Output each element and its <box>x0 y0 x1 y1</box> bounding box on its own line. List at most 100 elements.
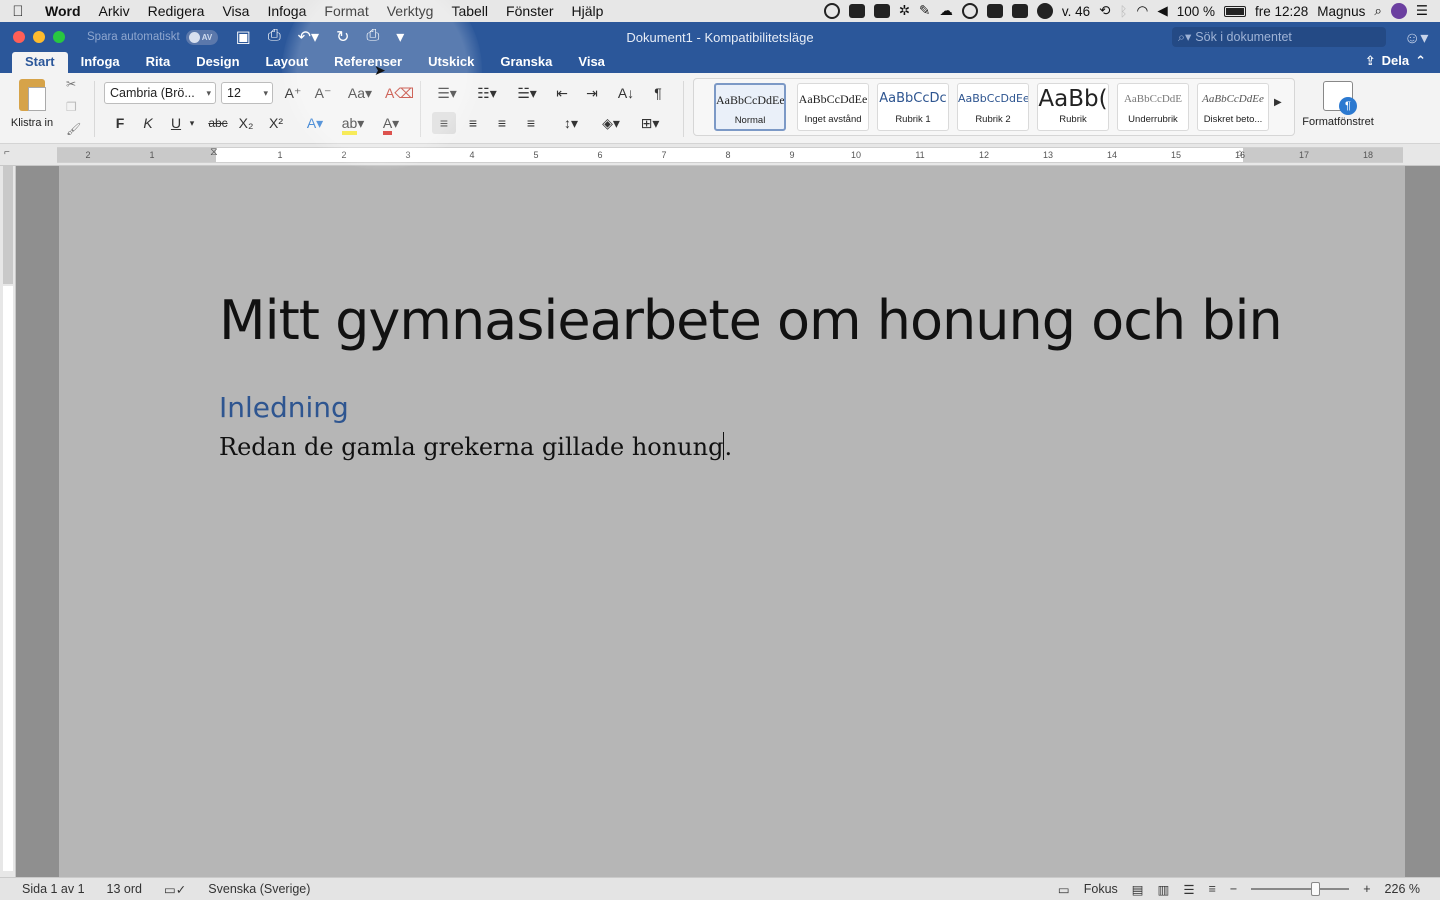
maximize-window-button[interactable] <box>53 31 65 43</box>
zoom-level[interactable]: 226 % <box>1385 882 1420 896</box>
window-tool-icon[interactable] <box>873 4 890 18</box>
italic-button[interactable]: K <box>136 112 160 134</box>
tab-stop-selector-icon[interactable]: ⌐ <box>4 147 10 158</box>
at-icon[interactable] <box>961 3 978 19</box>
customize-toolbar-icon[interactable]: ▾ <box>396 27 404 47</box>
underline-dropdown-icon[interactable]: ▾ <box>186 112 198 134</box>
focus-mode-button[interactable]: Fokus <box>1084 882 1118 896</box>
magic-wand-icon[interactable]: ✎ <box>919 3 930 19</box>
style-no-spacing[interactable]: AaBbCcDdEe Inget avstånd <box>797 83 869 131</box>
tab-granska[interactable]: Granska <box>487 52 565 73</box>
body-paragraph[interactable]: Redan de gamla grekerna gillade honung. <box>219 432 732 461</box>
copy-icon[interactable]: ❐ <box>66 100 77 114</box>
line-spacing-icon[interactable]: ↕▾ <box>554 112 588 134</box>
document-title-text[interactable]: Mitt gymnasiearbete om honung och bin <box>219 289 1283 352</box>
text-effects-icon[interactable]: A▾ <box>300 112 330 134</box>
highlight-color-icon[interactable]: ab▾ <box>336 112 370 135</box>
multilevel-list-icon[interactable]: ☱▾ <box>510 82 544 104</box>
web-layout-icon[interactable]: ▥ <box>1158 882 1170 897</box>
document-body-text[interactable]: Redan de gamla grekerna gillade honung. <box>219 432 732 461</box>
style-subtle-emphasis[interactable]: AaBbCcDdEe Diskret beto... <box>1197 83 1269 131</box>
format-painter-icon[interactable]: 🖌 <box>66 122 81 136</box>
menu-visa[interactable]: Visa <box>213 3 258 19</box>
style-title[interactable]: AaBb( Rubrik <box>1037 83 1109 131</box>
align-left-icon[interactable]: ≡ <box>432 112 456 134</box>
tab-rita[interactable]: Rita <box>133 52 184 73</box>
styles-pane-button[interactable]: Formatfönstret <box>1298 81 1378 128</box>
menu-arkiv[interactable]: Arkiv <box>90 3 139 19</box>
grow-font-icon[interactable]: A⁺ <box>281 82 305 104</box>
week-number[interactable]: v. 46 <box>1062 4 1090 19</box>
search-document-field[interactable]: ⌕▾ Sök i dokumentet <box>1172 27 1386 47</box>
menu-redigera[interactable]: Redigera <box>139 3 214 19</box>
zoom-in-icon[interactable]: + <box>1363 882 1370 896</box>
menu-hjalp[interactable]: Hjälp <box>563 3 613 19</box>
split-view-icon[interactable] <box>1011 4 1028 18</box>
status-app-icon[interactable] <box>823 3 840 19</box>
align-center-icon[interactable]: ≡ <box>461 112 485 134</box>
superscript-icon[interactable]: X² <box>264 112 288 134</box>
show-formatting-icon[interactable]: ¶ <box>646 82 670 104</box>
tab-referenser[interactable]: Referenser <box>321 52 415 73</box>
style-heading-2[interactable]: AaBbCcDdEe Rubrik 2 <box>957 83 1029 131</box>
strikethrough-button[interactable]: abc <box>204 112 232 134</box>
style-heading-1[interactable]: AaBbCcDc Rubrik 1 <box>877 83 949 131</box>
change-case-icon[interactable]: Aa▾ <box>344 82 376 104</box>
style-normal[interactable]: AaBbCcDdEe Normal <box>714 83 786 131</box>
menu-fonster[interactable]: Fönster <box>497 3 562 19</box>
word-count[interactable]: 13 ord <box>85 882 142 896</box>
user-name[interactable]: Magnus <box>1317 4 1365 19</box>
save-icon[interactable]: ⎙ <box>268 27 281 47</box>
music-icon[interactable] <box>1036 3 1053 19</box>
time-machine-icon[interactable]: ⟲ <box>1099 3 1110 19</box>
tab-start[interactable]: Start <box>12 52 68 73</box>
menu-format[interactable]: Format <box>315 3 377 19</box>
autosave-toggle[interactable]: AV <box>185 29 218 45</box>
focus-icon[interactable]: ▭ <box>1058 882 1070 897</box>
cut-icon[interactable]: ✂ <box>66 77 76 91</box>
battery-percent[interactable]: 100 % <box>1177 4 1215 19</box>
cloud-icon[interactable]: ☁ <box>939 3 953 19</box>
decrease-indent-icon[interactable]: ⇤ <box>550 82 574 104</box>
horizontal-ruler[interactable]: ⌐ 2 1 1 2 3 4 5 6 7 8 9 10 11 12 13 14 1… <box>0 144 1440 166</box>
shrink-font-icon[interactable]: A⁻ <box>311 82 335 104</box>
menu-tabell[interactable]: Tabell <box>442 3 497 19</box>
paste-button[interactable]: Klistra in <box>6 79 58 129</box>
vertical-ruler[interactable] <box>0 166 16 877</box>
sort-icon[interactable]: A↓ <box>614 82 638 104</box>
sidebar-icon[interactable]: ▣ <box>236 27 251 47</box>
proofing-icon[interactable]: ▭✓ <box>142 882 186 897</box>
draft-view-icon[interactable]: ≡ <box>1209 882 1216 896</box>
share-button[interactable]: ⇪ Dela ⌃ <box>1365 53 1426 69</box>
collapse-ribbon-icon[interactable]: ⌃ <box>1415 53 1426 69</box>
indent-marker-icon[interactable]: ⧖ <box>210 146 218 159</box>
font-name-select[interactable]: Cambria (Brö... <box>104 82 216 104</box>
spotlight-search-icon[interactable]: ⌕ <box>1374 3 1382 19</box>
apple-menu-icon[interactable]:  <box>0 3 36 20</box>
bullets-icon[interactable]: ☰▾ <box>430 82 464 104</box>
increase-indent-icon[interactable]: ⇥ <box>580 82 604 104</box>
justify-icon[interactable]: ≡ <box>519 112 543 134</box>
menu-app-word[interactable]: Word <box>36 3 90 19</box>
wifi-icon[interactable]: ◠ <box>1137 3 1149 19</box>
more-styles-icon[interactable]: ▶ <box>1274 97 1282 108</box>
align-right-icon[interactable]: ≡ <box>490 112 514 134</box>
feedback-smiley-icon[interactable]: ☺▾ <box>1404 28 1428 48</box>
sparkle-icon[interactable]: ✲ <box>899 3 910 19</box>
siri-icon[interactable] <box>1390 3 1407 19</box>
menu-verktyg[interactable]: Verktyg <box>378 3 443 19</box>
minimize-window-button[interactable] <box>33 31 45 43</box>
autosave-control[interactable]: Spara automatiskt AV <box>87 29 218 45</box>
close-window-button[interactable] <box>13 31 25 43</box>
zoom-slider[interactable] <box>1251 882 1350 896</box>
page-count[interactable]: Sida 1 av 1 <box>0 882 85 896</box>
document-heading[interactable]: Inledning <box>219 391 349 424</box>
outline-view-icon[interactable]: ☰ <box>1183 882 1194 897</box>
font-size-select[interactable]: 12 <box>221 82 273 104</box>
volume-icon[interactable]: ◀ <box>1157 3 1167 19</box>
subscript-icon[interactable]: X₂ <box>234 112 258 134</box>
numbering-icon[interactable]: ☷▾ <box>470 82 504 104</box>
document-page[interactable]: Mitt gymnasiearbete om honung och bin In… <box>59 166 1405 877</box>
language-indicator[interactable]: Svenska (Sverige) <box>186 882 310 896</box>
borders-icon[interactable]: ⊞▾ <box>632 112 668 134</box>
